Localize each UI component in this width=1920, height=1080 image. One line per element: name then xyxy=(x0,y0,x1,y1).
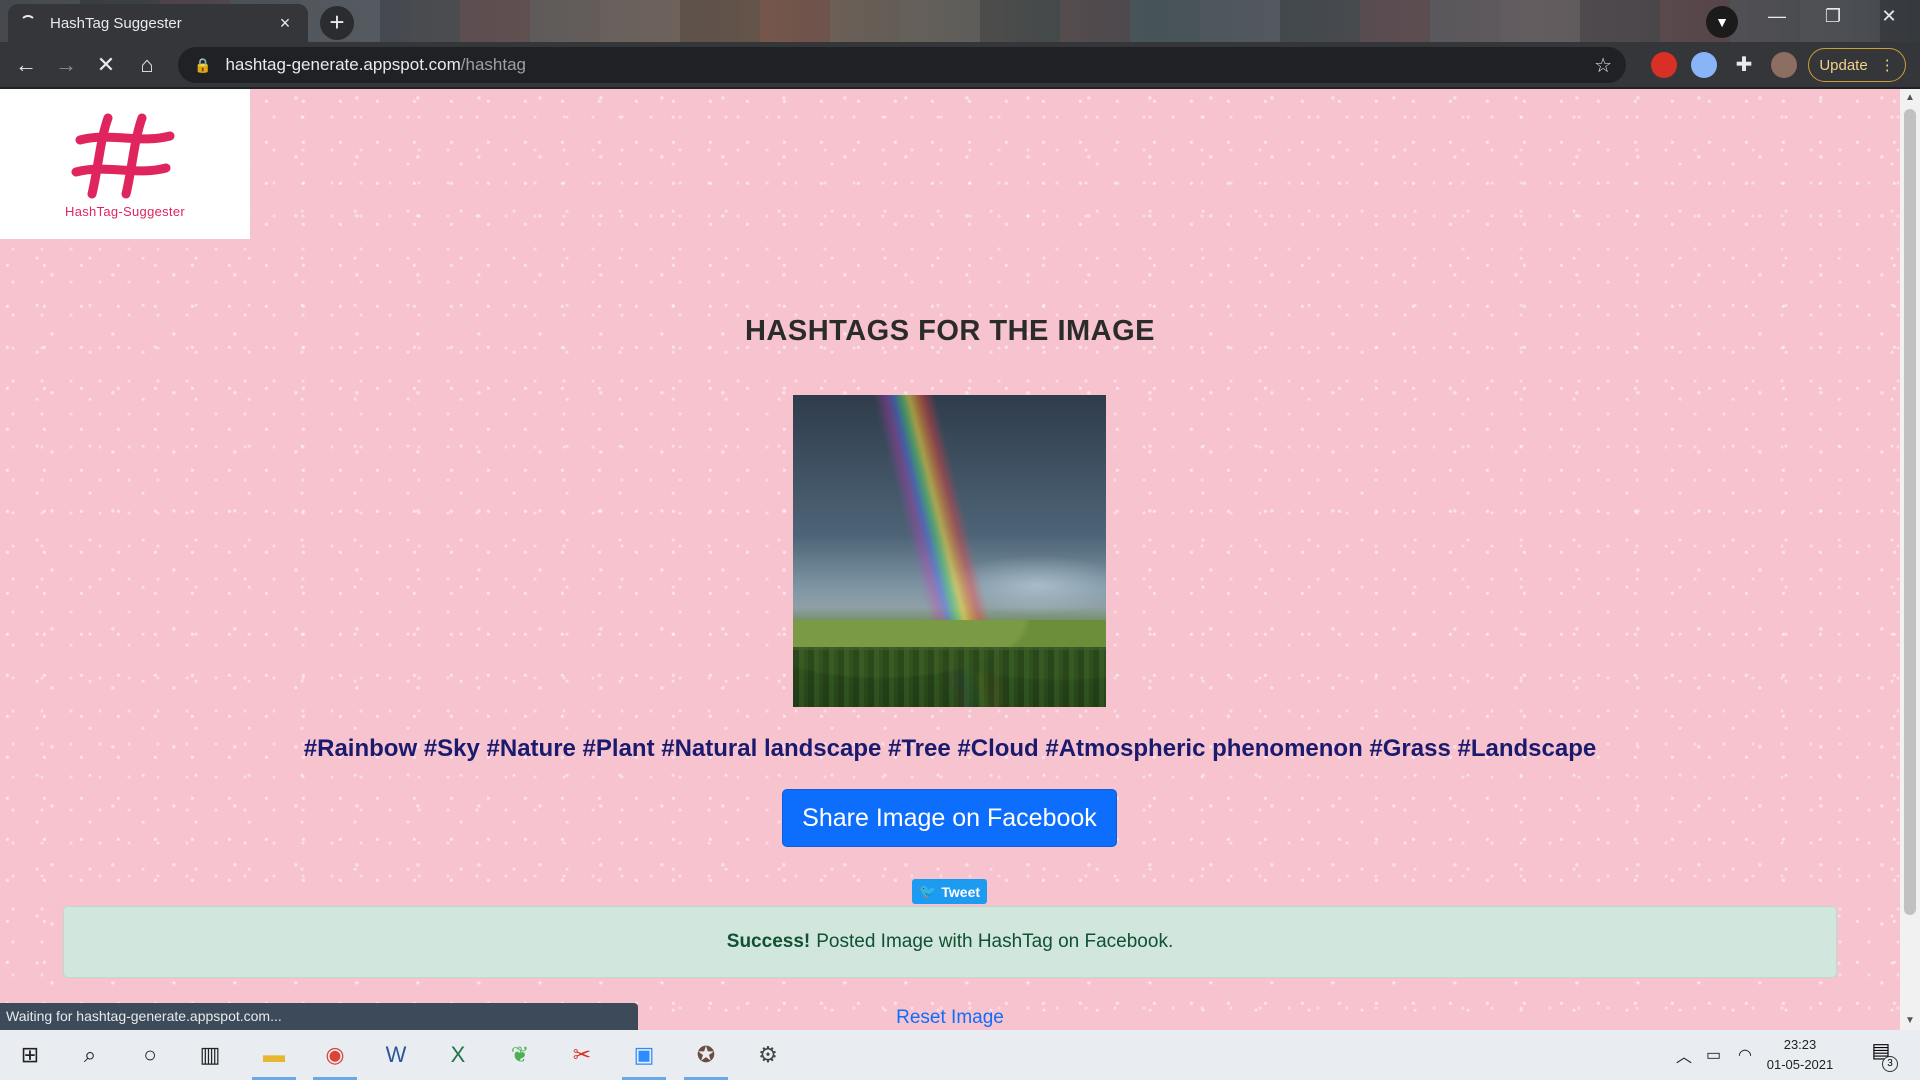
tweet-button[interactable]: 🐦 Tweet xyxy=(912,879,987,904)
browser-toolbar: ← → ✕ ⌂ 🔒 hashtag-generate.appspot.com/h… xyxy=(0,42,1920,88)
stop-loading-icon[interactable]: ✕ xyxy=(86,45,126,85)
search-icon[interactable]: ⌕ xyxy=(62,1030,118,1080)
scroll-down-arrow-icon[interactable]: ▼ xyxy=(1900,1012,1920,1030)
minimize-icon[interactable]: — xyxy=(1754,6,1800,27)
chrome-icon[interactable]: ◉ xyxy=(307,1030,363,1080)
hashtag-list: #Rainbow #Sky #Nature #Plant #Natural la… xyxy=(303,735,1597,762)
back-icon[interactable]: ← xyxy=(6,45,46,85)
restore-icon[interactable]: ❐ xyxy=(1810,6,1856,27)
notification-count: 3 xyxy=(1882,1056,1898,1072)
settings-gear-icon[interactable]: ⚙ xyxy=(740,1030,796,1080)
tab-strip: HashTag Suggester × + ▼ — ❐ ✕ xyxy=(0,0,1920,42)
alert-message: Posted Image with HashTag on Facebook. xyxy=(816,931,1174,952)
menu-dots-icon: ⋮ xyxy=(1879,57,1895,74)
word-icon[interactable]: W xyxy=(368,1030,424,1080)
logo-text: HashTag-Suggester xyxy=(65,203,185,219)
loading-spinner-icon xyxy=(20,15,36,31)
clock-date: 01-05-2021 xyxy=(1766,1057,1834,1072)
cortana-icon[interactable]: ○ xyxy=(122,1030,178,1080)
site-logo[interactable]: HashTag-Suggester xyxy=(0,89,250,239)
image-trees xyxy=(793,647,1106,707)
success-alert: Success! Posted Image with HashTag on Fa… xyxy=(63,906,1837,978)
lock-icon[interactable]: 🔒 xyxy=(194,57,211,74)
app-leaf-icon[interactable]: ❦ xyxy=(492,1030,548,1080)
extension-blue-icon[interactable] xyxy=(1691,52,1717,78)
task-view-icon[interactable]: ▥ xyxy=(182,1030,238,1080)
reset-image-label[interactable]: Reset Image xyxy=(896,1007,1004,1028)
bookmark-star-icon[interactable]: ☆ xyxy=(1594,53,1612,78)
tray-chevron-icon[interactable]: ︿ xyxy=(1676,1030,1692,1080)
clock-time: 23:23 xyxy=(1783,1037,1817,1052)
snipping-tool-icon[interactable]: ✂ xyxy=(554,1030,610,1080)
tab-title: HashTag Suggester xyxy=(50,14,182,32)
page-scrollbar[interactable]: ▲ ▼ xyxy=(1900,89,1920,1030)
close-window-icon[interactable]: ✕ xyxy=(1866,6,1912,27)
share-facebook-button[interactable]: Share Image on Facebook xyxy=(782,789,1117,847)
tweet-label: Tweet xyxy=(941,883,981,900)
taskbar: ⊞ ⌕ ○ ▥ ▬ ◉ W X ❦ ✂ ▣ ✪ ⚙ ︿ ▭ ◠ 23:23 01… xyxy=(0,1030,1920,1080)
extension-red-icon[interactable] xyxy=(1651,52,1677,78)
status-bubble: Waiting for hashtag-generate.appspot.com… xyxy=(0,1003,638,1030)
new-tab-button[interactable]: + xyxy=(320,6,354,40)
home-icon[interactable]: ⌂ xyxy=(127,45,167,85)
alert-strong: Success! xyxy=(726,931,811,952)
scroll-up-arrow-icon[interactable]: ▲ xyxy=(1900,89,1920,107)
page-title: HASHTAGS FOR THE IMAGE xyxy=(744,315,1156,347)
forward-icon[interactable]: → xyxy=(46,45,86,85)
battery-icon[interactable]: ▭ xyxy=(1706,1030,1721,1080)
browser-tab[interactable]: HashTag Suggester × xyxy=(8,4,308,42)
twitter-bird-icon: 🐦 xyxy=(918,883,937,899)
wifi-icon[interactable]: ◠ xyxy=(1738,1030,1752,1080)
zoom-icon[interactable]: ▣ xyxy=(616,1030,672,1080)
page-viewport: HashTag-Suggester HASHTAGS FOR THE IMAGE… xyxy=(0,89,1900,1030)
url-path: /hashtag xyxy=(460,55,526,74)
url-host: hashtag-generate.appspot.com xyxy=(225,55,461,74)
file-explorer-icon[interactable]: ▬ xyxy=(246,1030,302,1080)
address-bar[interactable]: 🔒 hashtag-generate.appspot.com/hashtag ☆ xyxy=(178,47,1626,83)
scrollbar-thumb[interactable] xyxy=(1904,109,1916,915)
uploaded-image xyxy=(793,395,1106,707)
update-button[interactable]: Update ⋮ xyxy=(1808,48,1906,82)
notification-icon[interactable]: ▤ 3 xyxy=(1864,1038,1898,1072)
extensions-puzzle-icon[interactable]: ✚ xyxy=(1731,52,1757,78)
system-clock[interactable]: 23:23 01-05-2021 xyxy=(1760,1035,1840,1075)
profile-avatar[interactable] xyxy=(1771,52,1797,78)
hashtag-logo-icon xyxy=(71,113,175,198)
tab-close-icon[interactable]: × xyxy=(274,13,296,34)
excel-icon[interactable]: X xyxy=(430,1030,486,1080)
tab-search-icon[interactable]: ▼ xyxy=(1706,6,1738,38)
windows-start-icon[interactable]: ⊞ xyxy=(2,1030,58,1080)
update-label: Update xyxy=(1819,56,1868,74)
app-badge-icon[interactable]: ✪ xyxy=(678,1030,734,1080)
